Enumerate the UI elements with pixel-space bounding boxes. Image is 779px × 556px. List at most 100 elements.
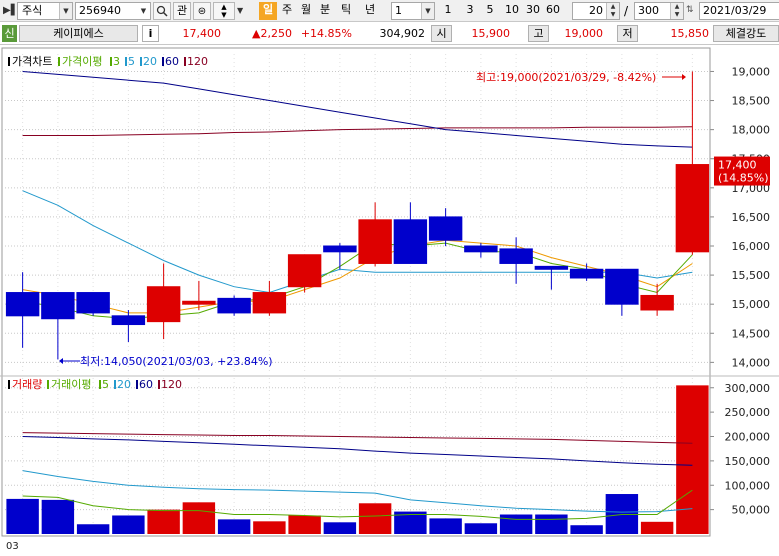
candle-body[interactable] [182,300,216,305]
period-button-3[interactable]: 분 [316,2,334,20]
volume-bar[interactable] [499,514,533,535]
chevron-down-icon: ▼ [137,3,150,19]
price-legend-ma-label: 가격이평 [62,55,102,68]
volume-bar[interactable] [217,519,251,534]
period-button-5[interactable]: 년 [361,2,379,20]
price-legend-period-marker [140,57,142,66]
chart-svg[interactable]: 14,00014,50015,00015,50016,00016,50017,0… [0,46,779,553]
volume-legend-period-marker [136,380,138,389]
period-button-0[interactable]: 일 [259,2,277,20]
count-input-value: 20 [589,4,603,17]
volume-bar[interactable] [535,514,568,535]
code-input[interactable]: 256940 ▼ [75,2,151,20]
price-tick-label: 16,500 [732,211,771,224]
dropdown-arrow-icon[interactable]: ▼ [237,6,243,15]
volume-bar[interactable] [323,522,357,534]
market-select-value: 주식 [22,4,43,17]
candle-body[interactable] [111,315,146,326]
volume-bar[interactable] [464,523,498,534]
candle-body[interactable] [76,292,110,314]
candle-body[interactable] [675,164,710,253]
price-tick-label: 15,500 [732,269,771,282]
price-ma120-line [22,126,693,136]
volume-bar[interactable] [640,521,674,534]
candle-body[interactable] [393,219,428,264]
interval-button-1[interactable]: 3 [461,2,479,20]
volume-bar[interactable] [6,498,39,534]
date-input[interactable]: 2021/03/29 [699,2,779,20]
low-arrow-head [59,358,63,364]
candle-body[interactable] [146,286,181,323]
market-select[interactable]: 주식 ▼ [17,2,73,20]
volume-bar[interactable] [570,525,603,534]
volume-tick-label: 50,000 [732,504,771,517]
date-input-value: 2021/03/29 [703,4,767,17]
search-button[interactable] [153,2,171,20]
price-legend-period-marker [125,57,127,66]
chart-menu-icon[interactable]: ▶▌ [3,5,18,17]
interval-button-5[interactable]: 60 [544,2,562,20]
candle-body[interactable] [358,219,392,264]
interval-button-4[interactable]: 30 [524,2,542,20]
candle-body[interactable] [499,248,533,264]
volume-tick-label: 100,000 [725,479,771,492]
price-tick-label: 19,000 [732,65,771,78]
candle-body[interactable] [640,294,674,311]
candle-body[interactable] [464,245,498,253]
period-button-2[interactable]: 월 [297,2,315,20]
candle-body[interactable] [569,268,604,279]
chevron-down-icon: ▼ [421,3,434,19]
volume-bar[interactable] [41,499,75,534]
interval-button-0[interactable]: 1 [439,2,457,20]
total-input[interactable]: 300 ▲ ▼ [634,2,684,20]
chart-area[interactable]: 14,000 14,500 15,000 15,500 16,000 16,500 17,0… [0,46,779,553]
toolbar: ▶▌ 주식 ▼ 256940 ▼ 관 ⊜ ▲ ▼ ▼ 1 ▼ 20 ▲ ▼ / 300 ▲ ▼ … [0,0,779,22]
volume-bar[interactable] [112,515,145,534]
candle-body[interactable] [5,292,40,317]
toggle-icon[interactable]: ⇅ [686,5,694,15]
current-price-tag-price: 17,400 [718,159,757,172]
volume-bar[interactable] [288,515,321,534]
price-legend-period-120: 120 [187,55,208,68]
volume-bar[interactable] [429,518,462,534]
volume-legend-period-5: 5 [102,378,109,391]
candle-body[interactable] [323,245,357,253]
volume-bar[interactable] [76,524,110,534]
period-button-4[interactable]: 틱 [337,2,355,20]
current-price: 17,400 [182,27,222,40]
price-legend-title: 가격차트 [12,55,52,68]
candle-body[interactable] [41,292,75,320]
change-amount: ▲2,250 [252,27,292,40]
candle-body[interactable] [605,268,639,305]
volume-ma5-line [22,489,693,520]
candle-body[interactable] [217,297,251,314]
strength-label[interactable]: 체결강도 [713,25,779,42]
high-label: 고 [528,25,549,42]
interval-select[interactable]: 1 ▼ [391,2,435,20]
volume-legend-period-60: 60 [139,378,153,391]
interval-button-2[interactable]: 5 [481,2,499,20]
interest-button[interactable]: 관 [173,2,191,20]
price-legend-period-marker [184,57,186,66]
info-button[interactable]: i [142,25,159,42]
period-button-1[interactable]: 주 [278,2,296,20]
spin-button[interactable]: ▲ ▼ [213,2,235,20]
interval-button-3[interactable]: 10 [502,2,522,20]
volume-bar[interactable] [358,503,392,534]
volume-legend-period-20: 20 [117,378,131,391]
volume-bar[interactable] [253,521,286,534]
candle-body[interactable] [252,292,287,314]
count-input[interactable]: 20 ▲ ▼ [572,2,620,20]
link-button[interactable]: ⊜ [193,2,211,20]
volume-bar[interactable] [182,502,216,534]
volume-bar[interactable] [147,509,180,534]
price-ma3-line [22,242,693,320]
stock-name[interactable]: 케이피에스 [19,25,138,42]
spin-icon: ▲ ▼ [606,3,619,19]
candle-body[interactable] [428,216,463,241]
volume-bar[interactable] [676,385,709,534]
volume-legend-marker [8,380,10,389]
candle-body[interactable] [287,254,322,288]
low-annotation: 최저:14,050(2021/03/03, +23.84%) [80,355,273,368]
candle-body[interactable] [534,265,569,270]
